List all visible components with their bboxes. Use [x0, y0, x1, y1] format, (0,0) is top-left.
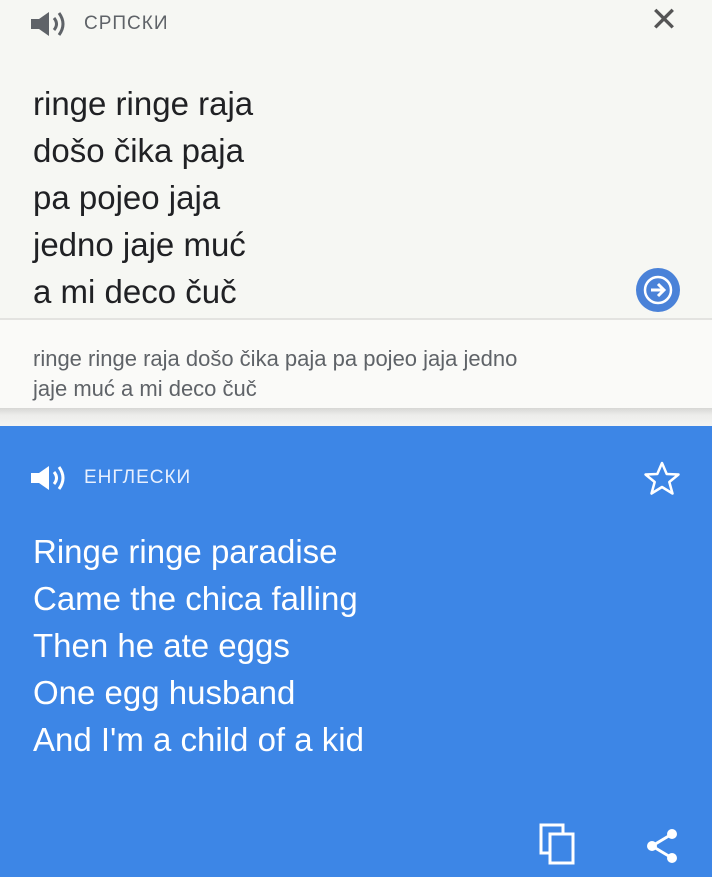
panel-shadow — [0, 408, 712, 426]
translate-submit-button[interactable] — [636, 268, 680, 312]
star-icon[interactable] — [642, 459, 682, 499]
source-line: došo čika paja — [33, 132, 244, 169]
transliteration-panel: ringe ringe raja došo čika paja pa pojeo… — [0, 320, 712, 412]
source-line: a mi deco čuč — [33, 273, 237, 310]
translation-line: Came the chica falling — [33, 580, 358, 617]
source-panel: СРПСКИ ✕ ringe ringe raja došo čika paja… — [0, 0, 712, 318]
translation-line: Then he ate eggs — [33, 627, 290, 664]
close-button[interactable]: ✕ — [642, 0, 686, 40]
source-line: ringe ringe raja — [33, 85, 254, 122]
translation-line: One egg husband — [33, 674, 296, 711]
speaker-icon[interactable] — [30, 10, 70, 38]
transliteration-line: ringe ringe raja došo čika paja pa pojeo… — [33, 346, 518, 371]
arrow-right-icon — [643, 275, 673, 305]
speaker-icon[interactable] — [30, 464, 70, 492]
transliteration-text: ringe ringe raja došo čika paja pa pojeo… — [33, 344, 673, 404]
source-language-label[interactable]: СРПСКИ — [84, 13, 169, 35]
source-line: jedno jaje muć — [33, 226, 246, 263]
target-language-row: ЕНГЛЕСКИ — [30, 460, 191, 496]
translation-panel: ЕНГЛЕСКИ Ringe ringe paradise Came the c… — [0, 426, 712, 877]
translation-text[interactable]: Ringe ringe paradise Came the chica fall… — [33, 528, 364, 763]
target-language-label[interactable]: ЕНГЛЕСКИ — [84, 467, 191, 489]
source-line: pa pojeo jaja — [33, 179, 221, 216]
copy-icon[interactable] — [538, 822, 578, 866]
translation-line: And I'm a child of a kid — [33, 721, 364, 758]
source-text[interactable]: ringe ringe raja došo čika paja pa pojeo… — [33, 80, 253, 315]
source-language-row: СРПСКИ — [30, 6, 169, 42]
share-icon[interactable] — [640, 824, 684, 868]
transliteration-line: jaje muć a mi deco čuč — [33, 376, 257, 401]
translation-line: Ringe ringe paradise — [33, 533, 338, 570]
